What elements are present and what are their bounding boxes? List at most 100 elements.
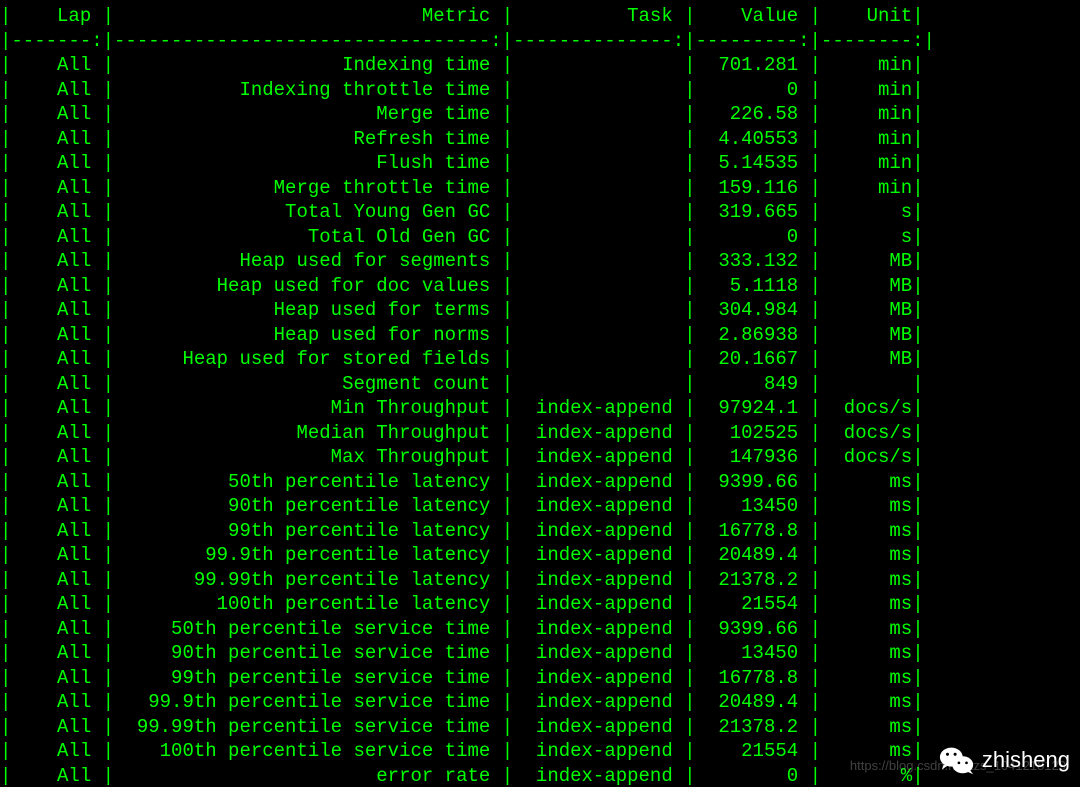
table-row: | All | 99th percentile latency | index-… xyxy=(0,520,924,542)
cell-value: 701.281 xyxy=(696,54,810,76)
cell-metric: error rate xyxy=(114,765,502,787)
cell-unit: MB xyxy=(821,348,912,370)
col-header-value: Value xyxy=(696,5,810,27)
cell-task xyxy=(513,324,684,346)
cell-value: 5.14535 xyxy=(696,152,810,174)
table-row: | All | Indexing time | | 701.281 | min| xyxy=(0,54,924,76)
benchmark-table: | Lap | Metric | Task | Value | Unit| |-… xyxy=(0,0,1080,787)
cell-task xyxy=(513,54,684,76)
table-row: | All | Merge time | | 226.58 | min| xyxy=(0,103,924,125)
cell-metric: 99.99th percentile latency xyxy=(114,569,502,591)
table-row: | All | Max Throughput | index-append | … xyxy=(0,446,924,468)
cell-metric: Segment count xyxy=(114,373,502,395)
cell-lap: All xyxy=(11,471,102,493)
cell-metric: Max Throughput xyxy=(114,446,502,468)
cell-unit: ms xyxy=(821,691,912,713)
cell-lap: All xyxy=(11,569,102,591)
cell-lap: All xyxy=(11,348,102,370)
cell-task: index-append xyxy=(513,593,684,615)
cell-task: index-append xyxy=(513,569,684,591)
cell-lap: All xyxy=(11,593,102,615)
cell-task: index-append xyxy=(513,691,684,713)
cell-metric: 99th percentile latency xyxy=(114,520,502,542)
wechat-icon xyxy=(938,741,976,779)
table-row: | All | 50th percentile service time | i… xyxy=(0,618,924,640)
cell-metric: 99.99th percentile service time xyxy=(114,716,502,738)
cell-lap: All xyxy=(11,495,102,517)
cell-task: index-append xyxy=(513,667,684,689)
cell-metric: 50th percentile service time xyxy=(114,618,502,640)
cell-unit: docs/s xyxy=(821,422,912,444)
cell-unit: ms xyxy=(821,569,912,591)
cell-unit xyxy=(821,373,912,395)
table-row: | All | error rate | index-append | 0 | … xyxy=(0,765,924,787)
cell-metric: Heap used for doc values xyxy=(114,275,502,297)
cell-lap: All xyxy=(11,250,102,272)
cell-metric: Min Throughput xyxy=(114,397,502,419)
cell-value: 0 xyxy=(696,226,810,248)
cell-metric: Median Throughput xyxy=(114,422,502,444)
cell-metric: 90th percentile service time xyxy=(114,642,502,664)
cell-metric: 99th percentile service time xyxy=(114,667,502,689)
cell-lap: All xyxy=(11,54,102,76)
col-header-unit: Unit xyxy=(821,5,912,27)
cell-lap: All xyxy=(11,422,102,444)
cell-lap: All xyxy=(11,520,102,542)
cell-unit: MB xyxy=(821,299,912,321)
cell-unit: min xyxy=(821,152,912,174)
cell-unit: MB xyxy=(821,324,912,346)
cell-unit: min xyxy=(821,79,912,101)
table-row: | All | Total Old Gen GC | | 0 | s| xyxy=(0,226,924,248)
table-row: | All | 90th percentile service time | i… xyxy=(0,642,924,664)
cell-value: 849 xyxy=(696,373,810,395)
cell-lap: All xyxy=(11,642,102,664)
cell-value: 16778.8 xyxy=(696,667,810,689)
table-row: | All | 99.99th percentile latency | ind… xyxy=(0,569,924,591)
cell-unit: min xyxy=(821,54,912,76)
cell-unit: ms xyxy=(821,544,912,566)
cell-value: 97924.1 xyxy=(696,397,810,419)
cell-task: index-append xyxy=(513,765,684,787)
cell-value: 9399.66 xyxy=(696,618,810,640)
cell-value: 304.984 xyxy=(696,299,810,321)
cell-lap: All xyxy=(11,324,102,346)
cell-value: 0 xyxy=(696,79,810,101)
cell-unit: s xyxy=(821,201,912,223)
cell-metric: 50th percentile latency xyxy=(114,471,502,493)
table-row: | All | Flush time | | 5.14535 | min| xyxy=(0,152,924,174)
cell-unit: docs/s xyxy=(821,446,912,468)
cell-unit: MB xyxy=(821,250,912,272)
cell-value: 0 xyxy=(696,765,810,787)
table-row: | All | 50th percentile latency | index-… xyxy=(0,471,924,493)
cell-task: index-append xyxy=(513,618,684,640)
cell-lap: All xyxy=(11,373,102,395)
cell-lap: All xyxy=(11,128,102,150)
cell-metric: Merge time xyxy=(114,103,502,125)
cell-task xyxy=(513,79,684,101)
cell-lap: All xyxy=(11,103,102,125)
cell-unit: MB xyxy=(821,275,912,297)
cell-task: index-append xyxy=(513,422,684,444)
cell-metric: 99.9th percentile service time xyxy=(114,691,502,713)
table-row: | All | Merge throttle time | | 159.116 … xyxy=(0,177,924,199)
cell-value: 159.116 xyxy=(696,177,810,199)
table-separator: |-------:|------------------------------… xyxy=(0,30,935,52)
cell-unit: min xyxy=(821,128,912,150)
watermark: zhisheng xyxy=(938,741,1070,779)
table-row: | All | 100th percentile service time | … xyxy=(0,740,924,762)
table-header-row: | Lap | Metric | Task | Value | Unit| xyxy=(0,5,924,27)
table-row: | All | Min Throughput | index-append | … xyxy=(0,397,924,419)
cell-task xyxy=(513,226,684,248)
cell-lap: All xyxy=(11,397,102,419)
cell-metric: 100th percentile latency xyxy=(114,593,502,615)
cell-task xyxy=(513,201,684,223)
table-row: | All | Heap used for terms | | 304.984 … xyxy=(0,299,924,321)
cell-metric: Heap used for segments xyxy=(114,250,502,272)
cell-value: 21378.2 xyxy=(696,569,810,591)
cell-metric: Merge throttle time xyxy=(114,177,502,199)
cell-lap: All xyxy=(11,618,102,640)
cell-unit: ms xyxy=(821,471,912,493)
cell-lap: All xyxy=(11,299,102,321)
cell-value: 4.40553 xyxy=(696,128,810,150)
cell-unit: ms xyxy=(821,667,912,689)
